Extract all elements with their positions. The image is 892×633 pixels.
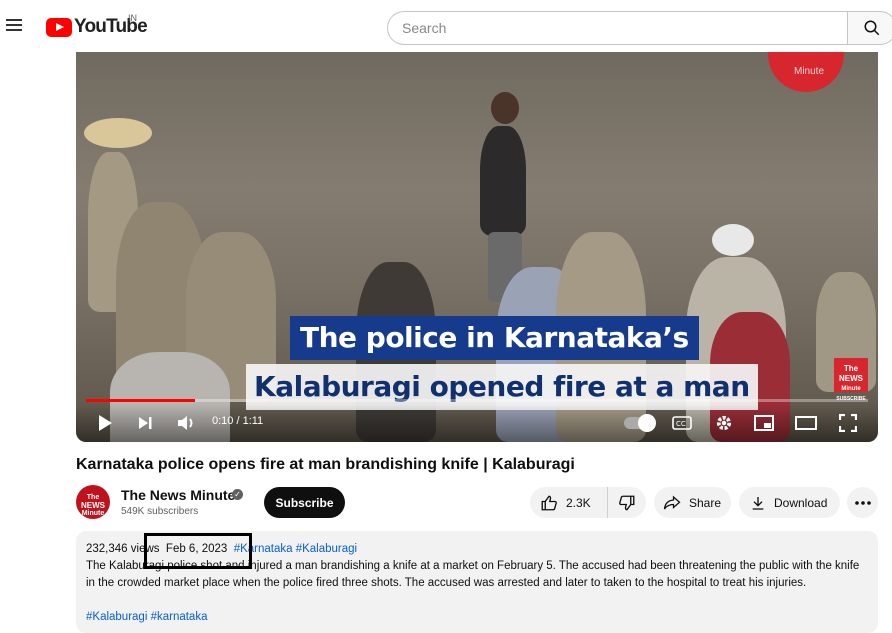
youtube-play-icon — [46, 17, 72, 37]
volume-button[interactable] — [174, 412, 198, 434]
search-button[interactable] — [847, 11, 892, 45]
theater-button[interactable] — [794, 412, 818, 434]
video-player[interactable]: Minute The police in Karnataka’s Kalabur… — [76, 52, 878, 442]
subscribe-button[interactable]: Subscribe — [264, 487, 345, 518]
progress-bar[interactable] — [86, 399, 868, 402]
like-count: 2.3K — [566, 495, 591, 510]
share-button[interactable]: Share — [654, 487, 731, 518]
time-display: 0:10 / 1:11 — [212, 415, 264, 427]
search-input[interactable] — [402, 20, 847, 36]
like-dislike-group: 2.3K — [530, 487, 646, 518]
miniplayer-icon — [754, 415, 774, 431]
svg-text:CC: CC — [676, 420, 686, 428]
menu-icon[interactable] — [6, 16, 28, 38]
volume-icon — [178, 416, 193, 430]
news-minute-corner-logo: The NEWS Minute SUBSCRIBE — [834, 358, 868, 402]
play-button[interactable] — [94, 412, 116, 434]
dislike-button[interactable] — [608, 487, 646, 518]
download-label: Download — [774, 495, 828, 510]
hashtag-links-top[interactable]: #Karnataka #Kalaburagi — [234, 543, 357, 555]
channel-avatar[interactable]: The NEWS Minute — [76, 485, 110, 519]
player-controls: 0:10 / 1:11 CC — [76, 404, 878, 442]
masthead: YouTube IN — [0, 0, 892, 52]
share-label: Share — [689, 495, 722, 510]
date-highlight-box — [144, 533, 252, 569]
next-icon — [139, 417, 152, 429]
channel-name[interactable]: The News Minute — [121, 487, 235, 503]
settings-icon — [716, 415, 732, 431]
channel-watermark: Minute — [768, 52, 844, 92]
police-hat — [84, 118, 152, 148]
download-button[interactable]: Download — [739, 487, 840, 518]
caption-line-1: The police in Karnataka’s — [290, 316, 699, 360]
search-icon — [864, 20, 880, 36]
more-horizontal-icon — [854, 500, 871, 505]
man-head — [491, 92, 519, 124]
man-body — [480, 126, 526, 236]
thumbs-up-icon — [541, 495, 557, 510]
hashtag-links-bottom[interactable]: #Kalaburagi #karnataka — [86, 609, 868, 626]
autoplay-toggle[interactable] — [624, 414, 656, 432]
video-title: Karnataka police opens fire at man brand… — [76, 456, 575, 473]
thumbs-down-icon — [619, 495, 635, 510]
country-code: IN — [128, 13, 137, 23]
theater-icon — [795, 416, 817, 430]
miniplayer-button[interactable] — [752, 412, 776, 434]
play-icon — [99, 415, 112, 431]
captions-button[interactable]: CC — [670, 412, 694, 434]
captions-icon: CC — [672, 416, 692, 430]
fullscreen-icon — [839, 414, 857, 432]
search-box[interactable] — [387, 11, 847, 45]
like-button[interactable]: 2.3K — [530, 487, 608, 518]
fullscreen-button[interactable] — [836, 412, 860, 434]
verified-icon: ✓ — [232, 489, 243, 500]
next-button[interactable] — [134, 412, 156, 434]
more-actions-button[interactable] — [847, 487, 878, 518]
subscriber-count: 549K subscribers — [121, 506, 199, 517]
download-icon — [752, 496, 764, 510]
white-cap — [712, 224, 754, 256]
progress-fill — [86, 399, 196, 402]
settings-button[interactable] — [712, 412, 736, 434]
share-icon — [663, 495, 681, 509]
